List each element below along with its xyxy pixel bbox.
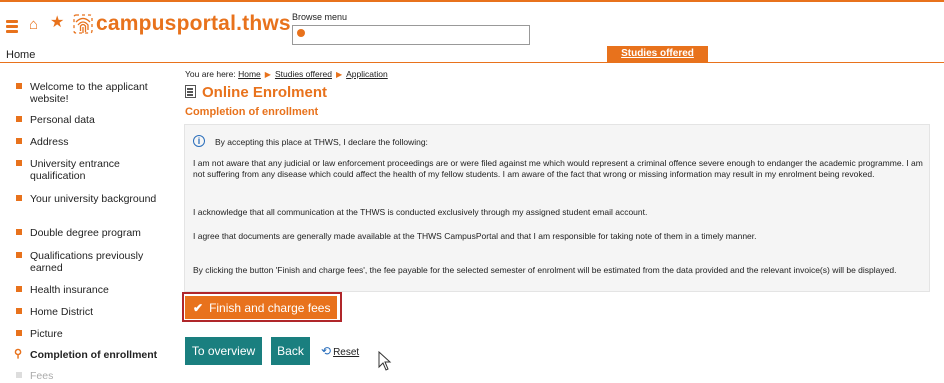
fingerprint-logo-icon — [73, 14, 93, 34]
sidebar-item-label: University entrance qualification — [30, 158, 120, 182]
browse-menu-label: Browse menu — [292, 12, 348, 22]
declaration-intro: By accepting this place at THWS, I decla… — [215, 137, 428, 147]
top-bar: ⌂ ★ campusportal.thws Browse menu — [0, 0, 944, 46]
hamburger-menu-icon[interactable] — [6, 20, 18, 33]
bullet-icon — [16, 372, 22, 378]
browse-menu-input[interactable] — [292, 25, 530, 45]
sidebar-item-double-degree[interactable]: Double degree program — [16, 227, 170, 239]
bullet-icon — [16, 160, 22, 166]
sidebar-item-entrance-qualification[interactable]: University entrance qualification — [16, 158, 170, 182]
declaration-info-box: i By accepting this place at THWS, I dec… — [184, 124, 930, 292]
menu-home-link[interactable]: Home — [6, 49, 35, 61]
breadcrumb-prefix: You are here: — [185, 69, 236, 79]
location-pin-icon: ⚲ — [14, 348, 23, 360]
sidebar-item-label: Personal data — [30, 114, 95, 126]
breadcrumb-arrow-icon: ▶ — [335, 70, 343, 79]
declaration-paragraph-1: I am not aware that any judicial or law … — [193, 158, 923, 179]
breadcrumb-studies-offered[interactable]: Studies offered — [275, 69, 332, 79]
page-title-text: Online Enrolment — [202, 84, 328, 101]
sidebar-item-picture[interactable]: Picture — [16, 328, 170, 340]
declaration-paragraph-2: I acknowledge that all communication at … — [193, 207, 648, 217]
portal-logo-text[interactable]: campusportal.thws — [96, 12, 291, 36]
sidebar-item-address[interactable]: Address — [16, 136, 170, 148]
sidebar-item-university-background[interactable]: Your university background — [16, 193, 170, 205]
checkmark-icon: ✔ — [193, 300, 204, 315]
sidebar-item-label: Health insurance — [30, 284, 109, 296]
sidebar-item-qualifications[interactable]: Qualifications previously earned — [16, 250, 170, 274]
finish-and-charge-fees-button[interactable]: ✔ Finish and charge fees — [185, 296, 337, 319]
page-title: Online Enrolment — [185, 84, 327, 101]
sidebar-item-completion[interactable]: ⚲ Completion of enrollment — [14, 348, 170, 361]
sidebar-nav: Welcome to the applicant website! Person… — [0, 64, 180, 383]
breadcrumb-arrow-icon: ▶ — [264, 70, 271, 79]
mouse-cursor-icon — [378, 351, 392, 371]
bullet-icon — [16, 116, 22, 122]
sidebar-item-fees: Fees — [16, 370, 170, 382]
reset-label: Reset — [333, 347, 360, 358]
sidebar-item-label: Double degree program — [30, 227, 141, 239]
home-icon[interactable]: ⌂ — [29, 16, 38, 34]
breadcrumb: You are here: Home ▶ Studies offered ▶ Appli… — [185, 69, 388, 79]
document-icon — [185, 85, 196, 98]
bullet-icon — [16, 308, 22, 314]
section-subtitle: Completion of enrollment — [185, 106, 319, 118]
bullet-icon — [16, 229, 22, 235]
reset-link[interactable]: ⟲ Reset — [321, 344, 359, 358]
sidebar-item-personal-data[interactable]: Personal data — [16, 114, 170, 126]
breadcrumb-application[interactable]: Application — [346, 69, 388, 79]
info-icon: i — [193, 135, 205, 147]
sidebar-item-label: Completion of enrollment — [30, 349, 158, 361]
star-icon[interactable]: ★ — [50, 14, 64, 32]
declaration-paragraph-3: I agree that documents are generally mad… — [193, 231, 757, 241]
breadcrumb-home[interactable]: Home — [238, 69, 261, 79]
finish-button-label: Finish and charge fees — [209, 300, 331, 315]
sidebar-item-label: Fees — [30, 370, 54, 382]
back-button[interactable]: Back — [271, 337, 310, 365]
undo-icon: ⟲ — [321, 344, 332, 358]
sidebar-item-label: Address — [30, 136, 69, 148]
bullet-icon — [16, 138, 22, 144]
sidebar-item-label: Welcome to the applicant website! — [30, 81, 148, 105]
bullet-icon — [16, 330, 22, 336]
menu-bar: Home Studies offered — [0, 46, 944, 63]
sidebar-item-label: Home District — [30, 306, 94, 318]
declaration-paragraph-4: By clicking the button 'Finish and charg… — [193, 265, 897, 275]
sidebar-item-label: Your university background — [30, 193, 157, 205]
bullet-icon — [16, 83, 22, 89]
sidebar-item-label: Qualifications previously earned — [30, 250, 144, 274]
studies-offered-tab[interactable]: Studies offered — [607, 46, 708, 62]
sidebar-item-health-insurance[interactable]: Health insurance — [16, 284, 170, 296]
to-overview-button[interactable]: To overview — [185, 337, 262, 365]
map-pin-icon — [297, 29, 305, 37]
bullet-icon — [16, 195, 22, 201]
bullet-icon — [16, 252, 22, 258]
bullet-icon — [16, 286, 22, 292]
sidebar-item-home-district[interactable]: Home District — [16, 306, 170, 318]
sidebar-item-label: Picture — [30, 328, 63, 340]
sidebar-item-welcome[interactable]: Welcome to the applicant website! — [16, 81, 170, 105]
